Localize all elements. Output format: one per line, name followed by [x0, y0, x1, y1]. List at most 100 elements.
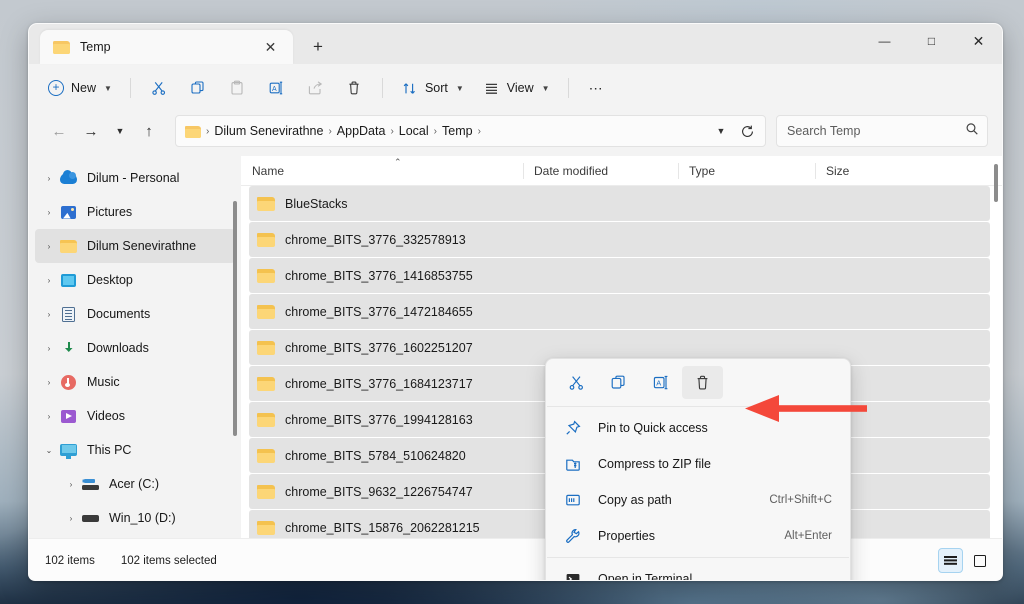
- sidebar-item-label: Desktop: [87, 273, 133, 287]
- folder-icon: [257, 196, 275, 211]
- file-name: BlueStacks: [285, 196, 348, 211]
- large-icons-view-button[interactable]: [967, 548, 992, 573]
- sidebar-item-desktop[interactable]: › Desktop: [35, 263, 235, 297]
- sort-button[interactable]: Sort ▼: [392, 72, 473, 104]
- view-button[interactable]: View ▼: [474, 72, 559, 104]
- folder-icon: [257, 304, 275, 319]
- new-button[interactable]: + New ▼: [39, 72, 121, 104]
- sidebar-item-acer-c[interactable]: › Acer (C:): [35, 467, 235, 501]
- refresh-icon[interactable]: [733, 118, 761, 144]
- sidebar-item-videos[interactable]: › Videos: [35, 399, 235, 433]
- trash-icon: [349, 81, 359, 95]
- breadcrumb-segment-2[interactable]: Local: [395, 124, 433, 138]
- delete-button[interactable]: [682, 366, 723, 399]
- cut-button[interactable]: [140, 72, 178, 104]
- column-header-name[interactable]: Name ⌃: [241, 156, 523, 186]
- search-icon[interactable]: [965, 122, 979, 141]
- chevron-down-icon: ▼: [104, 83, 112, 93]
- tab-close-icon[interactable]: ✕: [258, 35, 283, 60]
- column-header-date-modified[interactable]: Date modified: [523, 156, 678, 186]
- breadcrumb[interactable]: › Dilum Senevirathne › AppData › Local ›…: [175, 115, 766, 147]
- context-menu-item-copy-as-path[interactable]: Copy as path Ctrl+Shift+C: [550, 482, 846, 518]
- copy-button[interactable]: [179, 72, 217, 104]
- context-menu-item-label: Copy as path: [598, 493, 672, 507]
- chevron-right-icon[interactable]: ›: [39, 378, 59, 387]
- column-header-type[interactable]: Type: [678, 156, 815, 186]
- share-button[interactable]: [296, 72, 334, 104]
- table-row[interactable]: BlueStacks: [249, 186, 990, 221]
- table-row[interactable]: chrome_BITS_3776_332578913: [249, 222, 990, 257]
- title-bar: Temp ✕ + — □ ✕: [29, 24, 1002, 64]
- chevron-right-icon[interactable]: ›: [39, 208, 59, 217]
- forward-button[interactable]: →: [75, 116, 107, 146]
- details-view-button[interactable]: [938, 548, 963, 573]
- context-menu-item-open-in-terminal[interactable]: Open in Terminal: [550, 561, 846, 580]
- video-icon: [59, 408, 79, 425]
- breadcrumb-segment-0[interactable]: Dilum Senevirathne: [210, 124, 327, 138]
- search-box[interactable]: [776, 115, 988, 147]
- view-icon: [485, 83, 497, 94]
- drive-c-icon: [81, 476, 101, 493]
- chevron-right-icon[interactable]: ›: [61, 514, 81, 523]
- table-row[interactable]: chrome_BITS_3776_1472184655: [249, 294, 990, 329]
- chevron-right-icon[interactable]: ›: [39, 276, 59, 285]
- sidebar-item-music[interactable]: › Music: [35, 365, 235, 399]
- breadcrumb-segment-1[interactable]: AppData: [333, 124, 390, 138]
- search-input[interactable]: [787, 124, 965, 138]
- context-menu-item-compress-to-zip-file[interactable]: Compress to ZIP file: [550, 446, 846, 482]
- folder-icon: [185, 125, 201, 138]
- sidebar-item-this-pc[interactable]: ⌄ This PC: [35, 433, 235, 467]
- desktop-icon: [59, 272, 79, 289]
- chevron-right-icon[interactable]: ›: [39, 412, 59, 421]
- sidebar-scrollbar-thumb[interactable]: [233, 201, 237, 436]
- sidebar-item-pictures[interactable]: › Pictures: [35, 195, 235, 229]
- see-more-button[interactable]: ⋯: [578, 72, 616, 104]
- rename-button[interactable]: A: [257, 72, 295, 104]
- sidebar-item-documents[interactable]: › Documents: [35, 297, 235, 331]
- paste-button[interactable]: [218, 72, 256, 104]
- tab-temp[interactable]: Temp ✕: [40, 30, 293, 64]
- file-name: chrome_BITS_3776_1684123717: [285, 376, 473, 391]
- delete-button[interactable]: [335, 72, 373, 104]
- sidebar-item-downloads[interactable]: › Downloads: [35, 331, 235, 365]
- chevron-right-icon[interactable]: ›: [39, 344, 59, 353]
- file-name: chrome_BITS_3776_332578913: [285, 232, 466, 247]
- rename-button[interactable]: A: [640, 366, 681, 399]
- folder-icon: [257, 232, 275, 247]
- minimize-button[interactable]: —: [861, 24, 908, 58]
- column-header-size[interactable]: Size: [815, 156, 935, 186]
- sidebar-item-label: Downloads: [87, 341, 149, 355]
- chevron-right-icon[interactable]: ›: [39, 242, 59, 251]
- paste-icon: [231, 80, 243, 95]
- context-menu-item-label: Properties: [598, 529, 655, 543]
- chevron-down-icon[interactable]: ▼: [709, 118, 733, 144]
- cut-button[interactable]: [556, 366, 597, 399]
- breadcrumb-segment-3[interactable]: Temp: [438, 124, 477, 138]
- sidebar-item-dilum-senevirathne[interactable]: › Dilum Senevirathne: [35, 229, 235, 263]
- ellipsis-icon: ⋯: [588, 80, 605, 96]
- chevron-down-icon[interactable]: ⌄: [39, 446, 59, 455]
- copy-button[interactable]: [598, 366, 639, 399]
- context-menu-item-properties[interactable]: Properties Alt+Enter: [550, 518, 846, 554]
- chevron-right-icon[interactable]: ›: [39, 174, 59, 183]
- sidebar-item-win10-d[interactable]: › Win_10 (D:): [35, 501, 235, 535]
- maximize-button[interactable]: □: [908, 24, 955, 58]
- sidebar-item-dilum-personal[interactable]: › Dilum - Personal: [35, 161, 235, 195]
- pc-icon: [59, 442, 79, 459]
- breadcrumb-actions: ▼: [709, 118, 761, 144]
- up-button[interactable]: ↑: [133, 116, 165, 146]
- table-row[interactable]: chrome_BITS_3776_1416853755: [249, 258, 990, 293]
- column-label: Size: [826, 163, 850, 178]
- recent-locations-button[interactable]: ▼: [107, 116, 133, 146]
- file-list-scrollbar-thumb[interactable]: [994, 164, 998, 202]
- back-button[interactable]: ←: [43, 116, 75, 146]
- new-tab-button[interactable]: +: [302, 32, 334, 62]
- chevron-right-icon[interactable]: ›: [61, 480, 81, 489]
- picture-icon: [59, 204, 79, 221]
- view-toggle-group: [938, 548, 992, 573]
- sort-ascending-icon: ⌃: [394, 156, 402, 167]
- column-headers: Name ⌃ Date modified Type Size: [241, 156, 1002, 186]
- chevron-right-icon[interactable]: ›: [39, 310, 59, 319]
- sidebar-item-label: Documents: [87, 307, 151, 321]
- close-button[interactable]: ✕: [955, 24, 1002, 58]
